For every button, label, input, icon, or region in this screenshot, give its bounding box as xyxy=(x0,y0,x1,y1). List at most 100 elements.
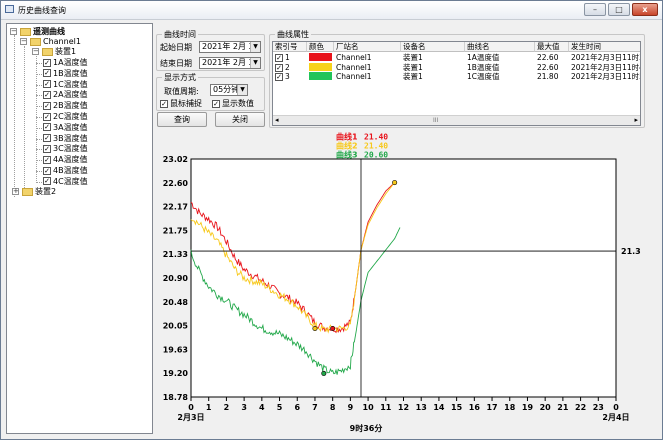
tree-item-curve[interactable]: ✓ 1C温度值 xyxy=(43,80,88,90)
chart-svg[interactable]: 曲线1 21.40 曲线2 21.40 曲线3 20.60 23.02 22.60 22.17 2… xyxy=(161,129,647,434)
maximize-button[interactable]: □ xyxy=(608,3,630,16)
start-date-picker[interactable]: 2021年 2月 3 ▼ xyxy=(199,41,261,53)
query-button[interactable]: 查询 xyxy=(157,112,207,127)
tree-item-curve[interactable]: ✓ 4A温度值 xyxy=(43,155,88,165)
tree-item-curve[interactable]: ✓ 4B温度值 xyxy=(43,166,88,176)
column-header[interactable]: 设备名 xyxy=(401,42,465,52)
cell-time: 2021年2月3日11时35 xyxy=(571,53,641,62)
tree-line xyxy=(36,127,42,129)
chevron-down-icon[interactable]: ▼ xyxy=(250,42,260,52)
column-header[interactable]: 发生时间 xyxy=(569,42,640,52)
data-point-marker[interactable] xyxy=(392,180,398,186)
curve-checkbox-icon[interactable]: ✓ xyxy=(43,134,51,143)
period-label: 取值周期: xyxy=(164,87,199,96)
row-index: ✓ 1 xyxy=(273,53,307,62)
tree-item-label: 1B温度值 xyxy=(53,68,88,78)
curve-color-swatch[interactable] xyxy=(309,62,332,71)
app-icon xyxy=(5,5,14,13)
tree-item-label: 1A温度值 xyxy=(53,58,88,67)
scroll-right-icon[interactable]: ▸ xyxy=(634,116,638,125)
tree-item-curve[interactable]: ✓ 2B温度值 xyxy=(43,101,88,111)
tree-channel-label: Channel1 xyxy=(43,37,81,46)
period-select[interactable]: 05分钟 ▼ xyxy=(210,84,248,96)
data-point-marker[interactable] xyxy=(330,326,336,332)
curve-checkbox-icon[interactable]: ✓ xyxy=(43,58,51,67)
table-row[interactable]: ✓ 1 Channel1 装置1 1A温度值 22.60 2021年2月3日11时35 xyxy=(273,53,640,62)
folder-icon xyxy=(22,187,33,196)
y-tick-label: 20.48 xyxy=(163,298,189,307)
collapse-icon[interactable]: − xyxy=(32,48,39,55)
curve-color-swatch[interactable] xyxy=(309,53,332,61)
chevron-down-icon[interactable]: ▼ xyxy=(250,58,260,68)
x-tick-label: 17 xyxy=(486,403,497,412)
start-date-value: 2021年 2月 3 xyxy=(202,42,254,51)
curve-tree[interactable]: − 遥测曲线 − Channel1 − 装置1 ✓ 1A温度值 ✓ 1B温度值 ✓ 1C温… xyxy=(6,23,153,434)
curve-checkbox-icon[interactable]: ✓ xyxy=(43,90,51,99)
tree-line xyxy=(36,149,42,151)
row-checkbox-icon[interactable]: ✓ xyxy=(275,54,283,62)
scroll-thumb-grip[interactable]: III xyxy=(433,116,438,125)
table-row[interactable]: ✓ 3 Channel1 装置1 1C温度值 21.80 2021年2月3日11时55 xyxy=(273,72,640,81)
tree-item-curve[interactable]: ✓ 3C温度值 xyxy=(43,144,88,154)
x-tick-label: 14 xyxy=(433,403,445,412)
collapse-icon[interactable]: − xyxy=(20,38,27,45)
tree-item-curve[interactable]: ✓ 2C温度值 xyxy=(43,112,88,122)
column-header[interactable]: 曲线名 xyxy=(465,42,535,52)
chevron-down-icon[interactable]: ▼ xyxy=(237,85,247,95)
curve-checkbox-icon[interactable]: ✓ xyxy=(43,123,51,132)
tree-line xyxy=(36,73,42,75)
curve-checkbox-icon[interactable]: ✓ xyxy=(43,166,51,175)
close-button[interactable]: 关闭 xyxy=(215,112,265,127)
tree-item-curve[interactable]: ✓ 3B温度值 xyxy=(43,134,88,144)
minimize-button[interactable]: – xyxy=(584,3,606,16)
curve-chart[interactable]: 曲线1 21.40 曲线2 21.40 曲线3 20.60 23.02 22.60 22.17 2… xyxy=(161,129,647,434)
end-date-label: 结束日期 xyxy=(160,59,192,68)
close-window-button[interactable]: x xyxy=(632,3,658,16)
data-point-marker[interactable] xyxy=(312,326,318,332)
curve-checkbox-icon[interactable]: ✓ xyxy=(43,80,51,89)
tree-item-curve[interactable]: ✓ 2A温度值 xyxy=(43,90,88,100)
tree-item-curve[interactable]: ✓ 3A温度值 xyxy=(43,123,88,133)
expand-icon[interactable]: + xyxy=(12,188,19,195)
curve-checkbox-icon[interactable]: ✓ xyxy=(43,177,51,186)
tree-item-curve[interactable]: ✓ 1A温度值 xyxy=(43,58,88,68)
column-header[interactable]: 厂站名 xyxy=(334,42,401,52)
folder-icon xyxy=(42,47,53,56)
curve-color-swatch[interactable] xyxy=(309,72,332,80)
plot-area[interactable] xyxy=(190,158,617,398)
cursor-time-label: 9时36分 xyxy=(350,423,383,433)
row-index-value: 1 xyxy=(285,53,290,62)
horizontal-scrollbar[interactable]: ◂ III ▸ xyxy=(273,115,640,125)
column-header[interactable]: 颜色 xyxy=(307,42,334,52)
row-checkbox-icon[interactable]: ✓ xyxy=(275,73,283,81)
mouse-capture-checkbox[interactable]: ✓ 鼠标捕捉 xyxy=(160,99,202,109)
checkmark-icon: ✓ xyxy=(212,99,220,108)
column-header[interactable]: 索引号 xyxy=(273,42,307,52)
curve-checkbox-icon[interactable]: ✓ xyxy=(43,112,51,121)
curve-props-legend: 曲线属性 xyxy=(275,29,311,40)
x-tick-label: 6 xyxy=(294,403,300,412)
y-tick-label: 22.17 xyxy=(163,203,188,212)
table-row[interactable]: ✓ 2 Channel1 装置1 1B温度值 22.60 2021年2月3日11时40 xyxy=(273,62,640,72)
show-value-checkbox[interactable]: ✓ 显示数值 xyxy=(212,99,254,109)
x-tick-label: 13 xyxy=(416,403,427,412)
column-header[interactable]: 最大值 xyxy=(535,42,569,52)
row-checkbox-icon[interactable]: ✓ xyxy=(275,63,283,72)
scroll-left-icon[interactable]: ◂ xyxy=(275,116,279,125)
data-point-marker[interactable] xyxy=(321,370,327,376)
curve-checkbox-icon[interactable]: ✓ xyxy=(43,69,51,78)
x-tick-label: 21 xyxy=(557,403,569,412)
folder-icon xyxy=(30,37,41,46)
end-date-picker[interactable]: 2021年 2月 3 ▼ xyxy=(199,57,261,69)
tree-item-curve[interactable]: ✓ 1B温度值 xyxy=(43,69,88,79)
row-index: ✓ 2 xyxy=(273,63,307,72)
curve-checkbox-icon[interactable]: ✓ xyxy=(43,155,51,164)
curve-checkbox-icon[interactable]: ✓ xyxy=(43,144,51,153)
collapse-icon[interactable]: − xyxy=(10,28,17,35)
y-tick-label: 21.33 xyxy=(163,250,188,259)
tree-device2-label: 装置2 xyxy=(35,187,57,196)
legend-value: 20.60 xyxy=(364,151,388,160)
curve-checkbox-icon[interactable]: ✓ xyxy=(43,101,51,110)
curve-props-table[interactable]: 索引号 颜色 厂站名 设备名 曲线名 最大值 发生时间 ✓ 1 Channel1 装置1 1A温度值… xyxy=(272,41,641,126)
tree-item-curve[interactable]: ✓ 4C温度值 xyxy=(43,177,88,187)
